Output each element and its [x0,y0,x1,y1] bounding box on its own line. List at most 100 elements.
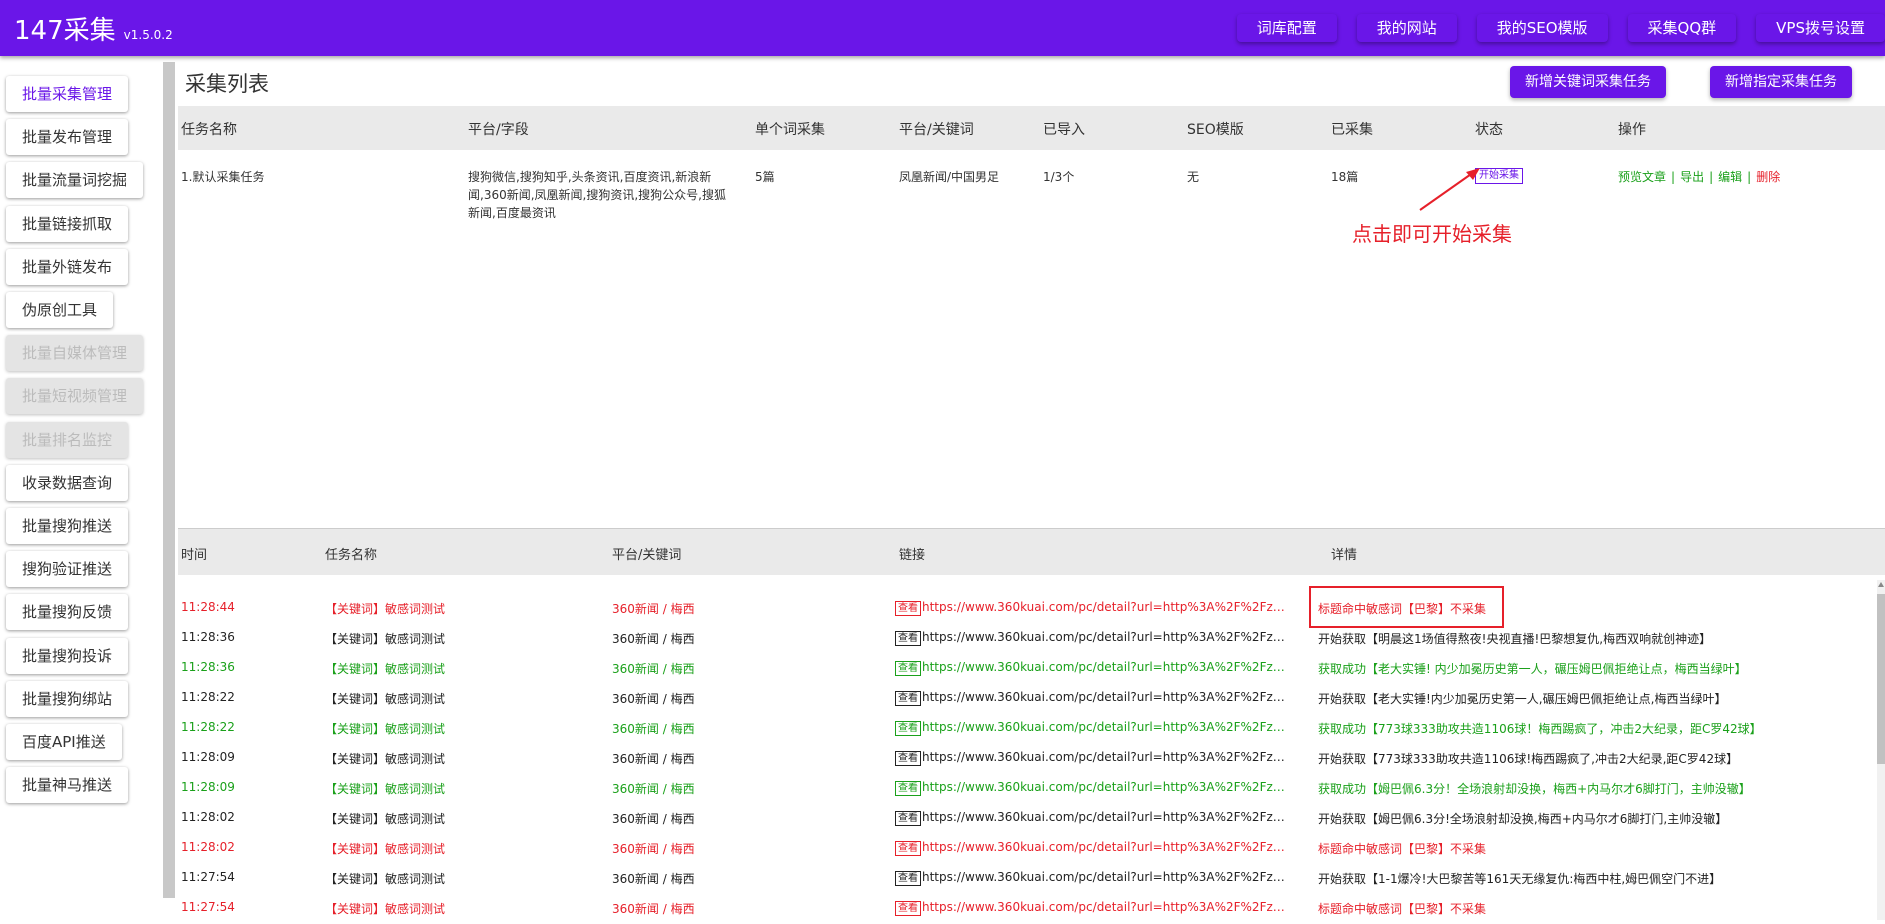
log-platform: 360新闻 / 梅西 [612,632,695,646]
nav-my-seo-templates[interactable]: 我的SEO模版 [1476,14,1608,42]
log-scrollbar-thumb[interactable] [1877,594,1885,764]
sidebar-item-batch-link-crawl[interactable]: 批量链接抓取 [6,205,129,242]
log-platform: 360新闻 / 梅西 [612,782,695,796]
log-time: 11:28:09 [181,780,235,794]
sidebar-item-pseudo-original-tool[interactable]: 伪原创工具 [6,292,114,328]
log-time: 11:28:02 [181,810,235,824]
view-button[interactable]: 查看 [895,781,921,796]
sidebar-item-batch-short-video-manage: 批量短视频管理 [6,378,144,415]
delete-link[interactable]: 删除 [1756,170,1780,184]
sidebar-item-batch-collect-manage[interactable]: 批量采集管理 [6,76,129,112]
add-specified-task-button[interactable]: 新增指定采集任务 [1710,66,1852,98]
nav-lexicon-config[interactable]: 词库配置 [1236,14,1337,42]
log-platform: 360新闻 / 梅西 [612,812,695,826]
header-per-word: 单个词采集 [755,122,825,138]
log-link[interactable]: https://www.360kuai.com/pc/detail?url=ht… [922,900,1292,914]
view-button[interactable]: 查看 [895,631,921,646]
log-link[interactable]: https://www.360kuai.com/pc/detail?url=ht… [922,750,1292,764]
log-time: 11:27:54 [181,900,235,914]
log-time: 11:28:02 [181,840,235,854]
log-row: 11:27:54 【关键词】敏感词测试 360新闻 / 梅西 查看 https://ww… [178,864,1878,894]
log-link[interactable]: https://www.360kuai.com/pc/detail?url=ht… [922,780,1292,794]
header-platform-fields: 平台/字段 [468,122,529,138]
log-platform: 360新闻 / 梅西 [612,752,695,766]
task-seo-template: 无 [1187,170,1200,184]
sidebar-item-index-data-query[interactable]: 收录数据查询 [6,464,129,501]
log-time: 11:28:09 [181,750,235,764]
log-link[interactable]: https://www.360kuai.com/pc/detail?url=ht… [922,630,1292,644]
sidebar-item-batch-sogou-complaint[interactable]: 批量搜狗投诉 [6,637,129,674]
task-table-header: 任务名称 平台/字段 单个词采集 平台/关键词 已导入 SEO模版 已采集 状态… [178,106,1885,150]
op-separator: | [1747,170,1752,184]
log-time: 11:28:22 [181,690,235,704]
view-button[interactable]: 查看 [895,841,921,856]
log-detail: 标题命中敏感词【巴黎】不采集 [1318,842,1487,856]
log-row: 11:28:22 【关键词】敏感词测试 360新闻 / 梅西 查看 https://ww… [178,714,1878,744]
highlight-box [1309,586,1504,628]
sidebar-item-batch-backlink-publish[interactable]: 批量外链发布 [6,248,129,285]
task-imported: 1/3个 [1043,170,1075,184]
log-link[interactable]: https://www.360kuai.com/pc/detail?url=ht… [922,870,1292,884]
app-version: v1.5.0.2 [123,28,173,42]
view-button[interactable]: 查看 [895,721,921,736]
log-link[interactable]: https://www.360kuai.com/pc/detail?url=ht… [922,720,1292,734]
edit-link[interactable]: 编辑 [1718,170,1742,184]
view-button[interactable]: 查看 [895,691,921,706]
view-button[interactable]: 查看 [895,751,921,766]
log-link[interactable]: https://www.360kuai.com/pc/detail?url=ht… [922,690,1292,704]
app-title: 147采集 [14,16,116,46]
log-header-platform: 平台/关键词 [612,548,682,563]
nav-qq-group[interactable]: 采集QQ群 [1627,14,1737,42]
log-time: 11:28:36 [181,660,235,674]
sidebar-item-batch-rank-monitor: 批量排名监控 [6,421,129,458]
header-collected: 已采集 [1331,122,1373,138]
log-platform: 360新闻 / 梅西 [612,662,695,676]
sidebar-scrollbar[interactable] [163,62,175,898]
main-content: 采集列表 新增关键词采集任务 新增指定采集任务 任务名称 平台/字段 单个词采集… [178,56,1885,920]
log-link[interactable]: https://www.360kuai.com/pc/detail?url=ht… [922,600,1292,614]
preview-articles-link[interactable]: 预览文章 [1618,170,1666,184]
log-link[interactable]: https://www.360kuai.com/pc/detail?url=ht… [922,810,1292,824]
sidebar-item-batch-sogou-bind-site[interactable]: 批量搜狗绑站 [6,680,129,717]
page-title: 采集列表 [185,72,269,96]
view-button[interactable]: 查看 [895,871,921,886]
log-row: 11:28:09 【关键词】敏感词测试 360新闻 / 梅西 查看 https://ww… [178,774,1878,804]
view-button[interactable]: 查看 [895,811,921,826]
sidebar-item-batch-sogou-push[interactable]: 批量搜狗推送 [6,508,129,544]
log-platform: 360新闻 / 梅西 [612,842,695,856]
scroll-up-icon[interactable] [1878,582,1884,587]
add-keyword-task-button[interactable]: 新增关键词采集任务 [1510,66,1666,98]
log-link[interactable]: https://www.360kuai.com/pc/detail?url=ht… [922,660,1292,674]
log-task: 【关键词】敏感词测试 [325,722,446,736]
header-operations: 操作 [1618,122,1646,138]
task-platform-keyword: 凤凰新闻/中国男足 [899,170,1000,184]
sidebar-item-batch-sogou-feedback[interactable]: 批量搜狗反馈 [6,594,129,631]
sidebar-item-baidu-api-push[interactable]: 百度API推送 [6,724,122,760]
top-bar: 147采集 v1.5.0.2 词库配置 我的网站 我的SEO模版 采集QQ群 V… [0,0,1885,56]
sidebar-item-batch-traffic-keyword-mining[interactable]: 批量流量词挖掘 [6,162,144,199]
op-separator: | [1671,170,1676,184]
log-row: 11:28:02 【关键词】敏感词测试 360新闻 / 梅西 查看 https://ww… [178,834,1878,864]
task-per-word: 5篇 [755,170,775,184]
sidebar-item-batch-publish-manage[interactable]: 批量发布管理 [6,119,129,156]
log-header-detail: 详情 [1331,548,1358,563]
annotation-text: 点击即可开始采集 [1352,222,1512,246]
task-collected: 18篇 [1331,170,1359,184]
log-task: 【关键词】敏感词测试 [325,782,446,796]
nav-vps-dial-settings[interactable]: VPS拨号设置 [1756,14,1885,42]
task-name: 1.默认采集任务 [181,170,265,184]
header-imported: 已导入 [1043,122,1085,138]
log-row: 11:28:22 【关键词】敏感词测试 360新闻 / 梅西 查看 https://ww… [178,684,1878,714]
task-row: 1.默认采集任务 搜狗微信,搜狗知乎,头条资讯,百度资讯,新浪新闻,360新闻,… [178,160,1885,260]
sidebar-item-sogou-verify-push[interactable]: 搜狗验证推送 [6,551,129,588]
log-link[interactable]: https://www.360kuai.com/pc/detail?url=ht… [922,840,1292,854]
log-table-header: 时间 任务名称 平台/关键词 链接 详情 [178,529,1885,575]
export-link[interactable]: 导出 [1680,170,1704,184]
sidebar-item-batch-shenma-push[interactable]: 批量神马推送 [6,767,129,804]
log-detail: 获取成功【773球333助攻共造1106球！梅西踢疯了，冲击2大纪录，距C罗42… [1318,722,1762,736]
view-button[interactable]: 查看 [895,901,921,916]
nav-my-sites[interactable]: 我的网站 [1356,14,1457,42]
view-button[interactable]: 查看 [895,601,921,616]
log-detail: 开始获取【1-1爆冷!大巴黎苦等161天无缘复仇:梅西中柱,姆巴佩空门不进】 [1318,872,1722,886]
view-button[interactable]: 查看 [895,661,921,676]
